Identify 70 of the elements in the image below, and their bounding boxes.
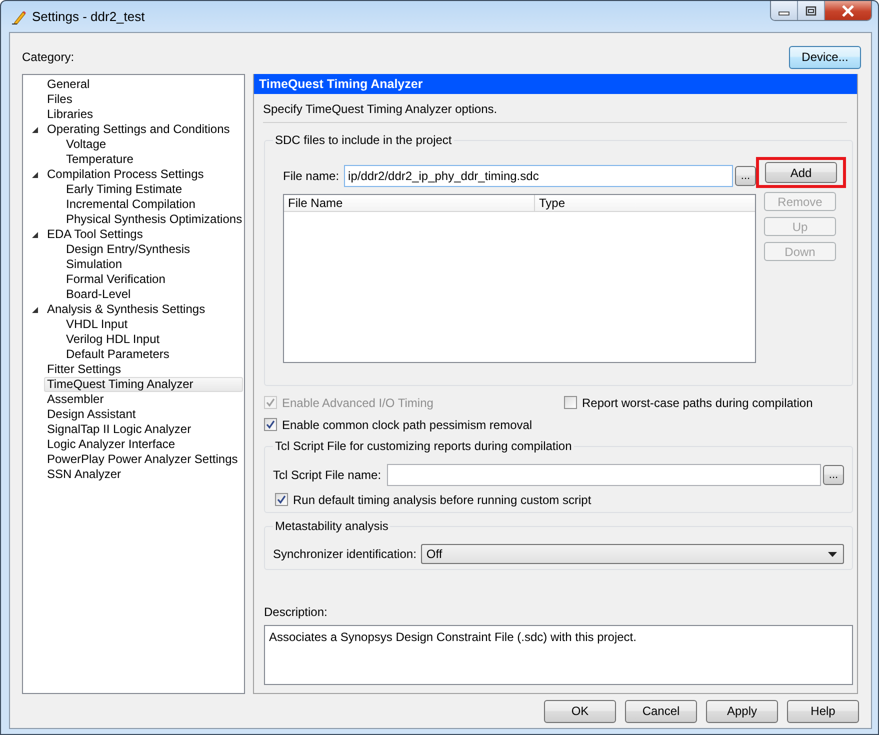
checkbox[interactable]: [264, 418, 277, 432]
checkbox[interactable]: [275, 493, 288, 506]
category-item[interactable]: Voltage: [63, 137, 110, 152]
maximize-button[interactable]: [798, 1, 825, 20]
close-button[interactable]: [825, 1, 871, 20]
category-item[interactable]: TimeQuest Timing Analyzer: [44, 377, 243, 392]
dialog-button[interactable]: Cancel: [625, 700, 697, 722]
minimize-button[interactable]: [771, 1, 798, 20]
category-item[interactable]: Compilation Process Settings: [44, 167, 207, 182]
category-item[interactable]: SignalTap II Logic Analyzer: [44, 422, 194, 437]
description-box: Associates a Synopsys Design Constraint File (.sdc) with this project.: [264, 625, 853, 685]
column-header[interactable]: File Name: [284, 195, 535, 211]
category-item[interactable]: Incremental Compilation: [63, 197, 198, 212]
category-item[interactable]: General: [44, 77, 93, 92]
expand-icon[interactable]: [32, 232, 38, 238]
panel-header: TimeQuest Timing Analyzer: [254, 74, 857, 94]
checkbox[interactable]: [564, 396, 577, 410]
description-label: Description:: [264, 605, 328, 620]
file-name-field[interactable]: ip/ddr2/ddr2_ip_phy_ddr_timing.sdc: [344, 165, 733, 187]
pencil-icon: [11, 8, 27, 24]
category-item[interactable]: SSN Analyzer: [44, 467, 124, 482]
group-title: Tcl Script File for customizing reports during compilation: [273, 438, 574, 453]
browse-button[interactable]: ...: [823, 464, 844, 485]
column-header[interactable]: Type: [535, 195, 566, 211]
tcl-file-field[interactable]: [387, 464, 821, 486]
group-title: SDC files to include in the project: [273, 133, 454, 147]
dialog-button[interactable]: Apply: [706, 700, 778, 722]
category-item[interactable]: Temperature: [63, 152, 136, 167]
category-item[interactable]: Operating Settings and Conditions: [44, 122, 233, 137]
category-item[interactable]: Design Entry/Synthesis: [63, 242, 194, 257]
dialog-button[interactable]: OK: [544, 700, 616, 722]
category-item[interactable]: Early Timing Estimate: [63, 182, 186, 197]
synchronizer-dropdown[interactable]: Off: [421, 544, 844, 564]
checkbox-label: Enable Advanced I/O Timing: [282, 396, 434, 410]
category-item[interactable]: Simulation: [63, 257, 126, 272]
dropdown-arrow-icon: [828, 552, 837, 557]
field-label: Tcl Script File name:: [273, 468, 382, 482]
window-title: Settings - ddr2_test: [32, 9, 145, 24]
group-title: Metastability analysis: [273, 519, 390, 534]
dialog-button[interactable]: Help: [787, 700, 859, 722]
field-label: File name:: [283, 169, 340, 183]
panel-intro: Specify TimeQuest Timing Analyzer options.: [263, 102, 847, 123]
category-item[interactable]: EDA Tool Settings: [44, 227, 146, 242]
expand-icon[interactable]: [32, 172, 38, 178]
category-item[interactable]: Board-Level: [63, 287, 134, 302]
maximize-icon: [805, 6, 817, 16]
checkbox-label: Enable common clock path pessimism removal: [282, 418, 532, 432]
device-button[interactable]: Device...: [789, 46, 861, 68]
category-label: Category:: [22, 50, 74, 64]
category-item[interactable]: Formal Verification: [63, 272, 168, 287]
category-item[interactable]: Fitter Settings: [44, 362, 124, 377]
checkbox-label: Run default timing analysis before running custom script: [293, 492, 592, 507]
category-item[interactable]: Libraries: [44, 107, 96, 122]
category-item[interactable]: Physical Synthesis Optimizations: [63, 212, 246, 227]
category-item[interactable]: VHDL Input: [63, 317, 131, 332]
browse-button[interactable]: ...: [735, 166, 756, 186]
category-item[interactable]: Files: [44, 92, 76, 107]
side-button[interactable]: Add: [765, 162, 837, 183]
category-item[interactable]: Verilog HDL Input: [63, 332, 163, 347]
category-item[interactable]: Default Parameters: [63, 347, 172, 362]
category-item[interactable]: PowerPlay Power Analyzer Settings: [44, 452, 241, 467]
close-icon: [841, 4, 855, 16]
field-label: Synchronizer identification:: [273, 547, 416, 562]
expand-icon[interactable]: [32, 126, 38, 132]
checkbox-label: Report worst-case paths during compilation: [582, 396, 813, 410]
expand-icon[interactable]: [32, 306, 38, 312]
category-item[interactable]: Analysis & Synthesis Settings: [44, 302, 208, 317]
category-item[interactable]: Logic Analyzer Interface: [44, 437, 178, 452]
category-item[interactable]: Assembler: [44, 392, 107, 407]
category-item[interactable]: Design Assistant: [44, 407, 139, 422]
